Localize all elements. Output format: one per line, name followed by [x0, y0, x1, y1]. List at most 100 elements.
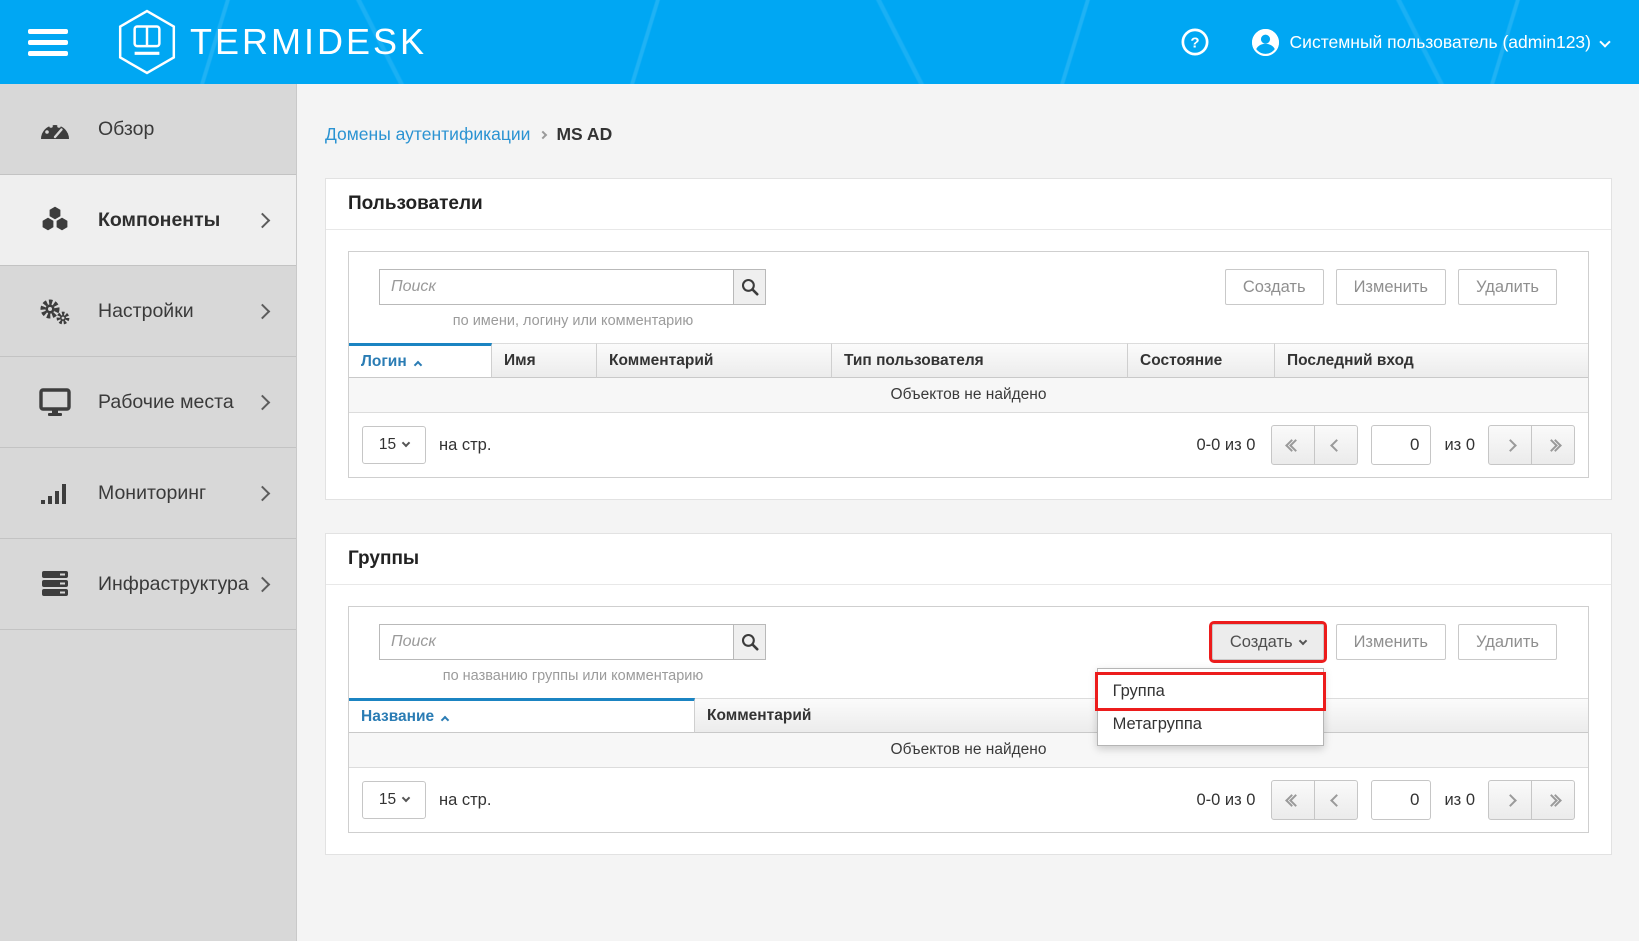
sidebar-item-monitoring[interactable]: Мониторинг	[0, 448, 296, 539]
users-column-login[interactable]: Логин	[349, 343, 492, 378]
groups-page-size-select[interactable]: 15	[362, 781, 426, 819]
users-column-comment[interactable]: Комментарий	[597, 343, 832, 378]
groups-pagination: 15 на стр. 0-0 из 0	[349, 768, 1588, 832]
of-pages-label: из 0	[1444, 791, 1475, 810]
users-panel-header: Пользователи	[326, 179, 1611, 230]
chevron-left-icon	[1330, 794, 1343, 807]
sidebar: Обзор Компоненты Н	[0, 84, 297, 941]
users-search-hint: по имени, логину или комментарию	[379, 313, 767, 329]
help-icon[interactable]: ?	[1181, 28, 1209, 56]
users-toolbar: по имени, логину или комментарию Создать…	[349, 252, 1588, 343]
pagination-forward-group	[1488, 425, 1575, 465]
first-page-button[interactable]	[1271, 780, 1315, 820]
groups-panel-body: по названию группы или комментарию Созда…	[326, 585, 1611, 854]
chevron-right-icon	[255, 212, 271, 228]
users-delete-button[interactable]: Удалить	[1458, 269, 1557, 305]
breadcrumb-current: MS AD	[556, 124, 612, 145]
users-page-size-select[interactable]: 15	[362, 426, 426, 464]
user-menu[interactable]: Системный пользователь (admin123)	[1251, 28, 1609, 57]
sidebar-item-infrastructure[interactable]: Инфраструктура	[0, 539, 296, 630]
first-page-button[interactable]	[1271, 425, 1315, 465]
users-column-state[interactable]: Состояние	[1128, 343, 1275, 378]
last-page-button[interactable]	[1531, 780, 1575, 820]
users-create-button[interactable]: Создать	[1225, 269, 1324, 305]
prev-page-button[interactable]	[1314, 425, 1358, 465]
groups-edit-button[interactable]: Изменить	[1336, 624, 1446, 660]
chevron-down-icon	[402, 439, 410, 447]
groups-table-header: Название Комментарий Состояние	[349, 698, 1588, 733]
last-page-button[interactable]	[1531, 425, 1575, 465]
of-pages-label: из 0	[1444, 436, 1475, 455]
page-number-input[interactable]	[1371, 425, 1431, 465]
header-right: ? Системный пользователь (admin123)	[1181, 28, 1609, 57]
server-stack-icon	[38, 569, 72, 599]
logo[interactable]: TERMIDESK	[116, 9, 427, 75]
hamburger-menu-icon[interactable]	[28, 29, 68, 56]
chevron-right-icon	[255, 394, 271, 410]
groups-search-button[interactable]	[733, 624, 766, 660]
groups-search-hint: по названию группы или комментарию	[379, 668, 767, 684]
search-icon	[741, 633, 759, 651]
groups-column-comment[interactable]: Комментарий	[695, 698, 1103, 733]
sidebar-item-label: Настройки	[98, 300, 194, 323]
logo-hexagon-icon	[116, 9, 178, 75]
sidebar-item-label: Компоненты	[98, 209, 220, 232]
users-empty-row: Объектов не найдено	[349, 378, 1588, 413]
users-column-user-type[interactable]: Тип пользователя	[832, 343, 1128, 378]
chevron-down-icon	[402, 794, 410, 802]
sidebar-item-components[interactable]: Компоненты	[0, 175, 296, 266]
sidebar-item-label: Обзор	[98, 118, 154, 141]
breadcrumb-separator-icon	[539, 130, 547, 138]
svg-text:?: ?	[1190, 34, 1199, 51]
sidebar-item-label: Рабочие места	[98, 391, 234, 414]
chevron-right-icon	[255, 485, 271, 501]
sidebar-item-overview[interactable]: Обзор	[0, 84, 296, 175]
users-pagination: 15 на стр. 0-0 из 0	[349, 413, 1588, 477]
pagination-back-group	[1271, 425, 1358, 465]
user-name-label: Системный пользователь (admin123)	[1290, 32, 1591, 53]
dropdown-item-metagroup[interactable]: Метагруппа	[1098, 708, 1323, 741]
users-panel: Пользователи	[325, 178, 1612, 500]
user-caret-icon	[1599, 36, 1610, 47]
dropdown-item-group[interactable]: Группа	[1098, 675, 1323, 708]
next-page-button[interactable]	[1488, 780, 1532, 820]
search-icon	[741, 278, 759, 296]
users-table-header: Логин Имя Комментарий Тип пользователя С…	[349, 343, 1588, 378]
sort-asc-icon	[413, 360, 421, 368]
groups-panel-title: Группы	[348, 548, 419, 569]
sidebar-item-settings[interactable]: Настройки	[0, 266, 296, 357]
sidebar-item-label: Мониторинг	[98, 482, 206, 505]
logo-text: TERMIDESK	[190, 21, 427, 63]
user-avatar-icon	[1251, 28, 1280, 57]
breadcrumb-link-auth-domains[interactable]: Домены аутентификации	[325, 124, 530, 145]
users-panel-body: по имени, логину или комментарию Создать…	[326, 230, 1611, 499]
per-page-label: на стр.	[439, 791, 491, 810]
signal-bars-icon	[38, 479, 72, 507]
groups-column-title[interactable]: Название	[349, 698, 695, 733]
groups-search-input[interactable]	[379, 624, 734, 660]
cubes-icon	[38, 205, 72, 235]
users-edit-button[interactable]: Изменить	[1336, 269, 1446, 305]
breadcrumb: Домены аутентификации MS AD	[325, 124, 1612, 145]
dashboard-icon	[38, 115, 72, 143]
groups-create-dropdown: Группа Метагруппа	[1097, 668, 1324, 746]
users-panel-title: Пользователи	[348, 193, 483, 214]
main-content: Домены аутентификации MS AD Пользователи	[297, 84, 1639, 941]
users-column-last-login[interactable]: Последний вход	[1275, 343, 1588, 378]
pagination-forward-group	[1488, 780, 1575, 820]
per-page-label: на стр.	[439, 436, 491, 455]
chevron-right-icon	[1504, 794, 1517, 807]
monitor-icon	[38, 388, 72, 416]
users-search-button[interactable]	[733, 269, 766, 305]
users-column-name[interactable]: Имя	[492, 343, 597, 378]
prev-page-button[interactable]	[1314, 780, 1358, 820]
sidebar-item-workplaces[interactable]: Рабочие места	[0, 357, 296, 448]
groups-panel: Группы	[325, 533, 1612, 855]
page-number-input[interactable]	[1371, 780, 1431, 820]
groups-create-button[interactable]: Создать	[1212, 624, 1324, 660]
users-search-input[interactable]	[379, 269, 734, 305]
groups-delete-button[interactable]: Удалить	[1458, 624, 1557, 660]
next-page-button[interactable]	[1488, 425, 1532, 465]
sidebar-item-label: Инфраструктура	[98, 573, 249, 596]
chevron-right-icon	[255, 303, 271, 319]
